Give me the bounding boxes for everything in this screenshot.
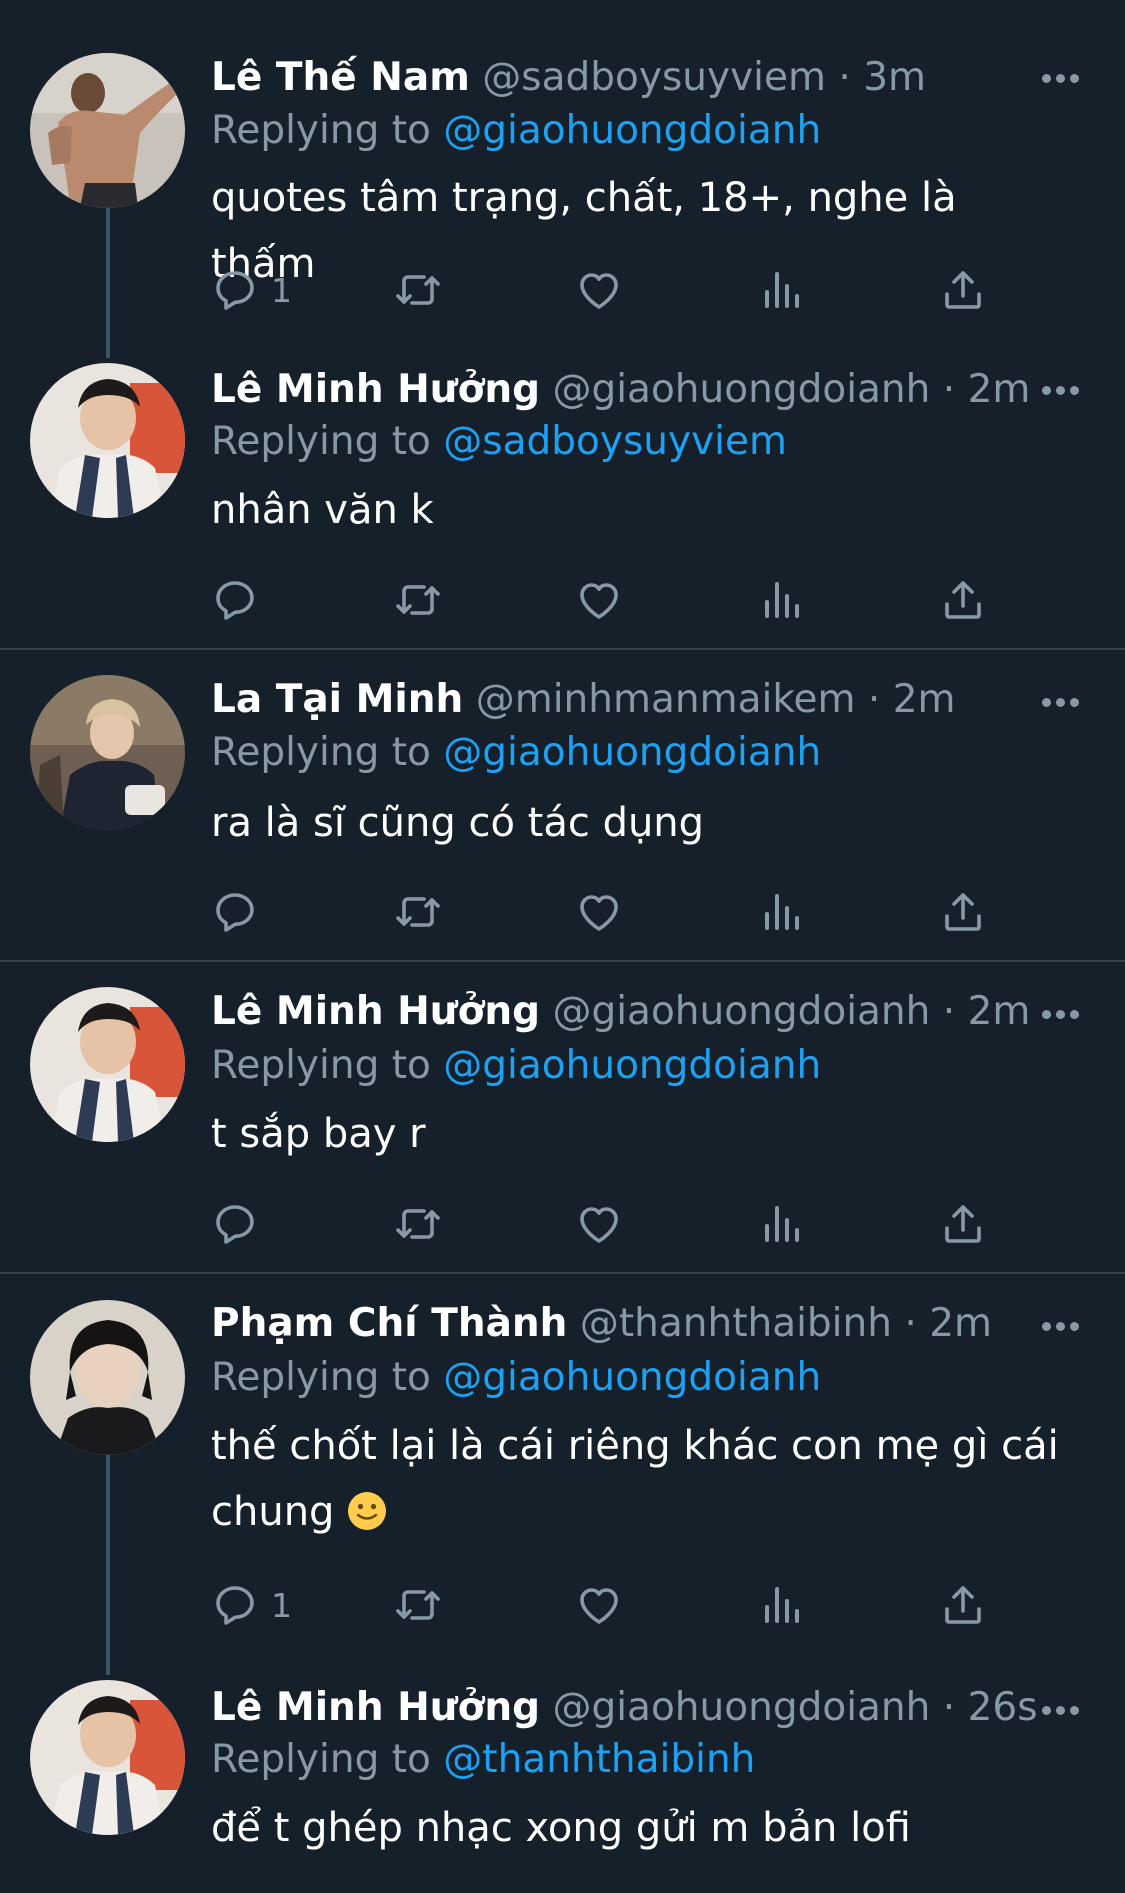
- tweet-header: Lê Minh Hưởng @giaohuongdoianh · 26s: [211, 1682, 1038, 1734]
- tweet-text: để t ghép nhạc xong gửi m bản lofi: [211, 1805, 911, 1851]
- reply-thread: Lê Thế Nam @sadboysuyviem · 3m Replying …: [0, 0, 1125, 1893]
- reply-mention-link[interactable]: @thanhthaibinh: [443, 1737, 755, 1782]
- replying-to-label: Replying to: [211, 1737, 431, 1782]
- separator: ·: [942, 1685, 956, 1730]
- handle[interactable]: @giaohuongdoianh: [552, 1685, 930, 1730]
- avatar[interactable]: [30, 1680, 185, 1835]
- replying-to: Replying to @thanhthaibinh: [211, 1734, 755, 1786]
- tweet[interactable]: Lê Minh Hưởng @giaohuongdoianh · 26s Rep…: [0, 0, 1125, 1893]
- timestamp[interactable]: 26s: [968, 1685, 1038, 1730]
- more-icon[interactable]: [1042, 1706, 1080, 1718]
- display-name[interactable]: Lê Minh Hưởng: [211, 1685, 540, 1730]
